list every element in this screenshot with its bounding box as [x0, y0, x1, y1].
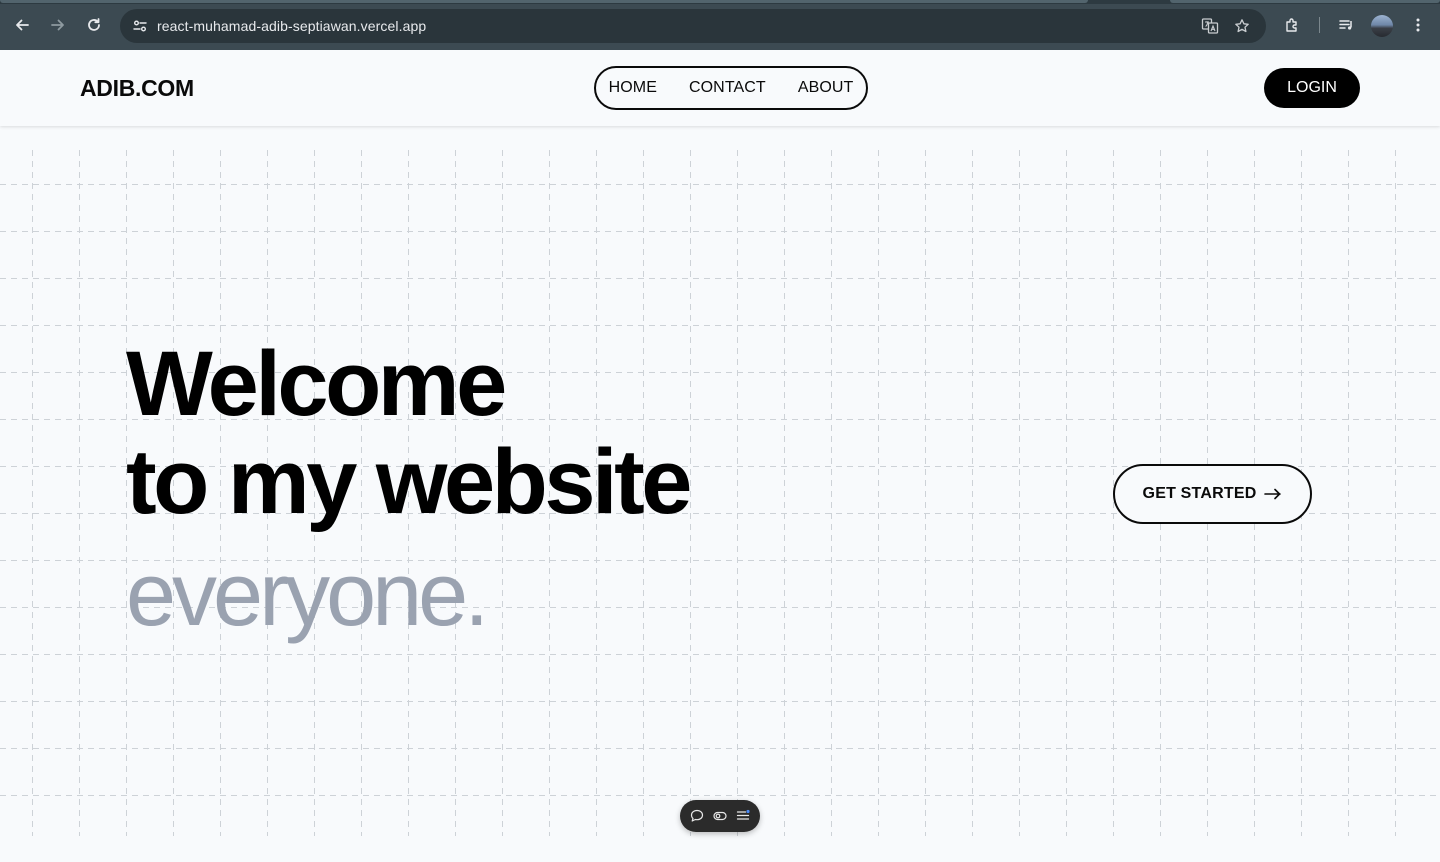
comment-icon[interactable]	[688, 807, 706, 825]
menu-list-icon[interactable]	[734, 807, 752, 825]
login-button[interactable]: LOGIN	[1264, 68, 1360, 108]
extensions-icon[interactable]	[1281, 13, 1305, 37]
nav-link-home[interactable]: HOME	[593, 79, 673, 97]
get-started-button[interactable]: GET STARTED	[1113, 464, 1312, 524]
url-text[interactable]: react-muhamad-adib-septiawan.vercel.app	[157, 18, 426, 34]
toggle-view-icon[interactable]	[711, 807, 729, 825]
browser-toolbar: react-muhamad-adib-septiawan.vercel.app	[0, 0, 1440, 50]
hero-subheading: everyone.	[126, 545, 489, 645]
main-nav: HOME CONTACT ABOUT	[594, 66, 868, 110]
arrow-right-icon	[1264, 487, 1282, 501]
active-tab-edge[interactable]	[0, 0, 1088, 3]
translate-icon[interactable]	[1198, 14, 1222, 38]
hero-heading-line-1: Welcome	[126, 333, 507, 435]
address-bar[interactable]: react-muhamad-adib-septiawan.vercel.app	[120, 9, 1266, 43]
forward-arrow-icon[interactable]	[46, 13, 70, 37]
star-icon[interactable]	[1230, 14, 1254, 38]
site-logo[interactable]: ADIB.COM	[80, 75, 194, 102]
nav-link-contact[interactable]: CONTACT	[673, 79, 782, 97]
toolbar-separator	[1319, 17, 1320, 33]
media-queue-icon[interactable]	[1334, 13, 1358, 37]
more-menu-icon[interactable]	[1406, 13, 1430, 37]
inactive-tab-edge[interactable]	[1170, 0, 1440, 3]
nav-link-about[interactable]: ABOUT	[782, 79, 870, 97]
floating-toolbar	[680, 800, 760, 832]
get-started-label: GET STARTED	[1142, 485, 1257, 502]
site-header: ADIB.COM HOME CONTACT ABOUT LOGIN	[0, 50, 1440, 126]
back-arrow-icon[interactable]	[10, 13, 34, 37]
page-viewport: ADIB.COM HOME CONTACT ABOUT LOGIN Welcom…	[0, 50, 1440, 862]
site-settings-icon[interactable]	[128, 14, 152, 38]
hero-heading-line-2: to my website	[126, 431, 692, 533]
profile-avatar[interactable]	[1371, 15, 1393, 37]
reload-icon[interactable]	[82, 13, 106, 37]
